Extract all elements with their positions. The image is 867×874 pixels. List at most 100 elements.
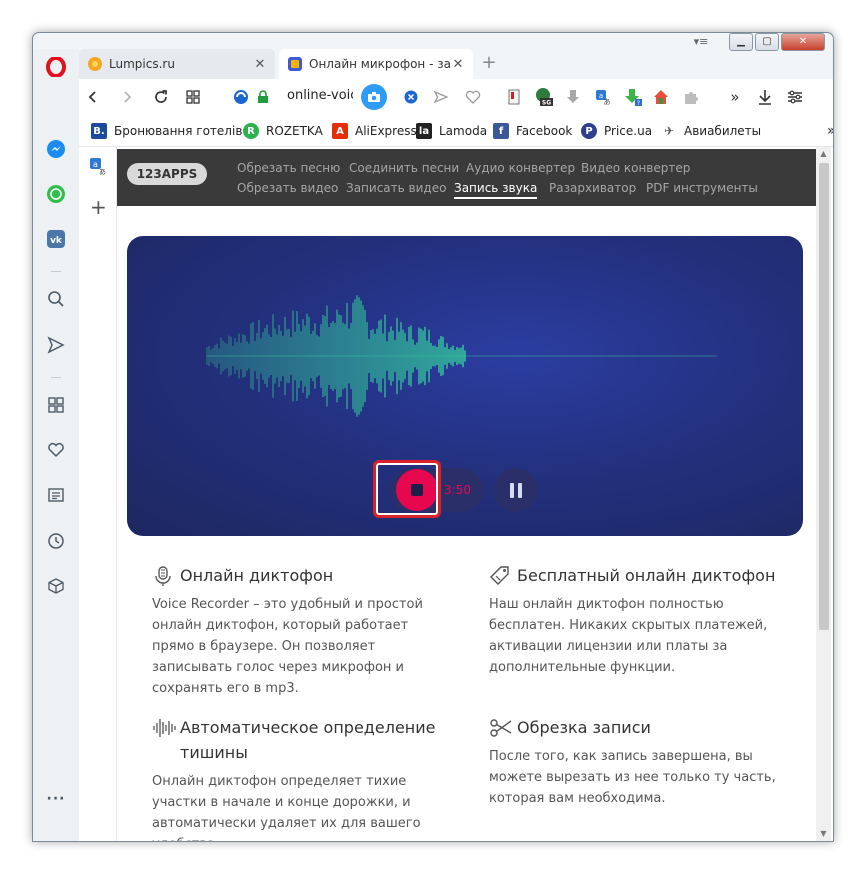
maximize-button[interactable]: ▢ [755, 33, 779, 51]
bookmark-booking[interactable]: B. Бронювання готелів [91, 123, 242, 139]
forward-icon[interactable] [117, 87, 137, 107]
site-logo[interactable]: 123APPS [127, 163, 207, 185]
nav-link-active[interactable]: Запись звука [454, 181, 538, 199]
pause-button[interactable] [494, 468, 538, 512]
facebook-icon: f [493, 123, 509, 139]
svg-text:SG: SG [542, 100, 551, 107]
scroll-up-arrow-icon[interactable]: ▲ [816, 147, 831, 161]
download-arrow-icon[interactable] [563, 87, 583, 107]
extensions-cube-icon[interactable] [46, 576, 66, 596]
translate-panel-icon[interactable]: aあ [89, 157, 107, 179]
tab-close-icon[interactable]: ✕ [253, 57, 267, 72]
news-icon[interactable] [46, 485, 66, 505]
new-tab-plus-icon[interactable]: + [479, 53, 499, 73]
easy-setup-icon[interactable] [785, 87, 805, 107]
tab-title: Онлайн микрофон - запис [309, 57, 451, 71]
vk-icon[interactable]: vk [46, 229, 66, 249]
more-bookmarks-icon[interactable]: » [827, 123, 833, 139]
heart-icon[interactable] [46, 440, 66, 460]
send-tab-icon[interactable] [431, 87, 451, 107]
svg-text:a: a [599, 92, 603, 100]
record-timer: 3:50 [444, 483, 471, 497]
whatsapp-icon[interactable] [46, 184, 66, 204]
green-download-icon[interactable]: ? [623, 87, 643, 107]
price-tag-icon [489, 563, 517, 588]
pause-bar-icon [510, 482, 514, 498]
bookmark-aviabilety[interactable]: ✈ Авиабилеты [661, 123, 761, 139]
downloads-icon[interactable] [755, 87, 775, 107]
camera-snapshot-icon[interactable] [361, 84, 387, 110]
feature-free-recorder: Бесплатный онлайн диктофон Наш онлайн ди… [489, 563, 789, 678]
more-dots-icon[interactable]: ··· [46, 789, 66, 809]
lock-icon[interactable] [253, 87, 273, 107]
address-bar: online-voic SG aあ ? » [79, 79, 833, 115]
opera-logo-icon[interactable] [46, 57, 66, 77]
nav-link[interactable]: Аудио конвертер [466, 161, 575, 175]
bookmark-price[interactable]: P Price.ua [581, 123, 652, 139]
feature-trim: Обрезка записи После того, как запись за… [489, 715, 789, 809]
bookmark-label: Бронювання готелів [114, 124, 243, 138]
feature-text: Онлайн диктофон определяет тихие участки… [152, 774, 421, 841]
nav-link[interactable]: Обрезать видео [237, 181, 338, 195]
feature-title: Обрезка записи [517, 718, 651, 737]
minimize-button[interactable]: ▁ [729, 33, 753, 51]
feature-text: Voice Recorder – это удобный и простой о… [152, 597, 423, 696]
add-panel-plus-icon[interactable]: + [90, 197, 107, 217]
recorder-panel: 3:50 [127, 236, 803, 536]
nav-link[interactable]: Соединить песни [349, 161, 459, 175]
speed-dial-icon[interactable] [46, 395, 66, 415]
send-icon[interactable] [46, 335, 66, 355]
tabs-grid-icon[interactable] [183, 87, 203, 107]
scroll-down-arrow-icon[interactable]: ▼ [816, 827, 831, 841]
puzzle-extensions-icon[interactable] [681, 87, 701, 107]
feature-silence-detection: Автоматическое определение тишины Онлайн… [152, 715, 452, 841]
pause-bar-icon [518, 482, 522, 498]
svg-text:あ: あ [604, 98, 611, 105]
search-icon[interactable] [46, 289, 66, 309]
vpn-globe-icon[interactable] [231, 87, 251, 107]
lamoda-icon: la [416, 123, 432, 139]
translate-icon[interactable]: aあ [593, 87, 613, 107]
orange-flower-icon [87, 56, 103, 72]
nav-link[interactable]: Разархиватор [549, 181, 636, 195]
close-button[interactable]: ✕ [781, 33, 825, 51]
tab-title: Lumpics.ru [109, 57, 175, 71]
nav-link[interactable]: Видео конвертер [581, 161, 690, 175]
bookmark-rozetka[interactable]: R ROZETKA [243, 123, 323, 139]
more-extensions-icon[interactable]: » [725, 87, 745, 107]
123apps-icon [287, 56, 303, 72]
nav-link[interactable]: Обрезать песню [237, 161, 340, 175]
nav-link[interactable]: PDF инструменты [646, 181, 758, 195]
tab-lumpics[interactable]: Lumpics.ru ✕ [79, 49, 275, 79]
bookmark-heart-icon[interactable] [463, 87, 483, 107]
booking-icon: B. [91, 123, 107, 139]
bookmark-lamoda[interactable]: la Lamoda [416, 123, 487, 139]
sg-globe-icon[interactable]: SG [534, 87, 554, 107]
svg-text:vk: vk [50, 236, 63, 246]
tab-voice-recorder[interactable]: Онлайн микрофон - запис ✕ [279, 49, 473, 79]
book-extension-icon[interactable] [504, 87, 524, 107]
bookmark-aliexpress[interactable]: A AliExpress [332, 123, 417, 139]
highlight-frame [373, 460, 441, 518]
home-extension-icon[interactable] [651, 87, 671, 107]
sound-wave-icon [152, 715, 180, 740]
vertical-scrollbar[interactable]: ▲ ▼ [816, 147, 831, 841]
messenger-icon[interactable] [46, 139, 66, 159]
bookmark-facebook[interactable]: f Facebook [493, 123, 572, 139]
browser-window: vk ··· Lumpics.ru ✕ Онлайн микрофон - за… [32, 32, 834, 842]
tab-close-icon[interactable]: ✕ [451, 57, 465, 72]
rozetka-icon: R [243, 123, 259, 139]
url-field[interactable]: online-voic [287, 88, 353, 103]
tab-menu-icon[interactable]: ▾≡ [689, 33, 713, 51]
history-clock-icon[interactable] [46, 531, 66, 551]
reload-icon[interactable] [151, 87, 171, 107]
adblock-icon[interactable] [401, 87, 421, 107]
nav-link[interactable]: Записать видео [346, 181, 446, 195]
airplane-icon: ✈ [663, 124, 675, 138]
scroll-thumb[interactable] [819, 163, 829, 630]
browser-sidebar: vk ··· [33, 49, 79, 841]
tab-strip: Lumpics.ru ✕ Онлайн микрофон - запис ✕ + [79, 49, 833, 79]
feature-title: Автоматическое определение тишины [180, 718, 436, 762]
back-icon[interactable] [83, 87, 103, 107]
site-top-nav: 123APPS Обрезать песню Соединить песни А… [117, 149, 817, 206]
